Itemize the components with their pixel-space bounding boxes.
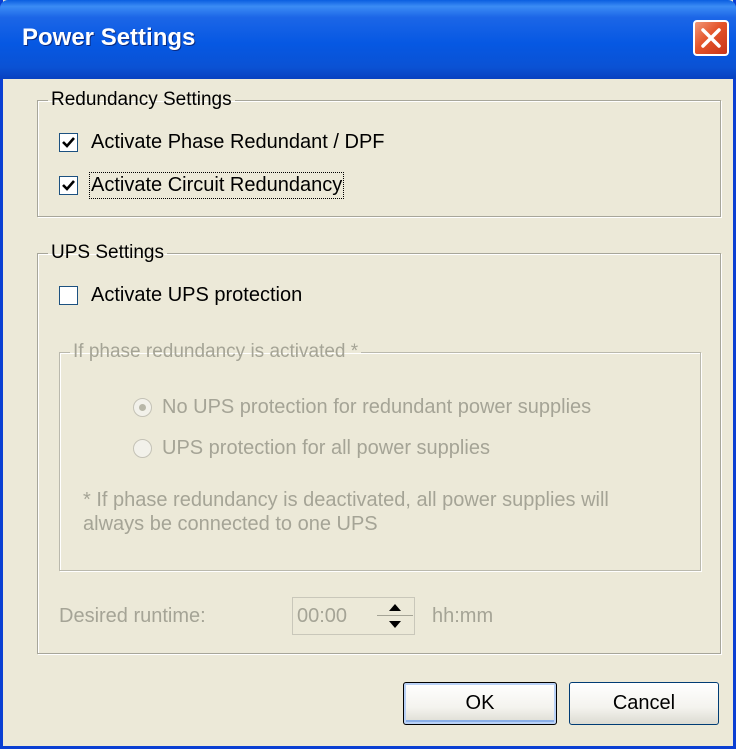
phase-redundancy-legend: If phase redundancy is activated * bbox=[73, 341, 359, 362]
spin-up-button[interactable] bbox=[377, 599, 413, 616]
radio-no-ups-redundant-label: No UPS protection for redundant power su… bbox=[162, 396, 592, 418]
radio-button-selected[interactable] bbox=[133, 398, 152, 417]
dialog-title: Power Settings bbox=[22, 24, 196, 51]
phase-redundant-checkbox-row[interactable]: Activate Phase Redundant / DPF bbox=[59, 131, 385, 154]
runtime-input[interactable] bbox=[297, 605, 367, 628]
power-settings-dialog: Power Settings Redundancy Settings Activ… bbox=[0, 0, 736, 749]
arrow-up-icon bbox=[389, 604, 401, 611]
spin-down-button[interactable] bbox=[377, 616, 413, 633]
redundancy-settings-legend: Redundancy Settings bbox=[51, 89, 232, 110]
close-icon bbox=[701, 28, 721, 48]
radio-button[interactable] bbox=[133, 439, 152, 458]
phase-redundancy-note: * If phase redundancy is deactivated, al… bbox=[83, 489, 609, 535]
phase-redundant-checkbox[interactable] bbox=[59, 133, 78, 152]
runtime-spin-buttons[interactable] bbox=[377, 599, 413, 633]
ups-settings-legend: UPS Settings bbox=[51, 242, 164, 263]
arrow-down-icon bbox=[389, 621, 401, 628]
checkmark-icon bbox=[62, 137, 75, 148]
circuit-redundancy-label: Activate Circuit Redundancy bbox=[88, 172, 345, 199]
radio-no-ups-redundant[interactable]: No UPS protection for redundant power su… bbox=[133, 396, 591, 419]
activate-ups-label: Activate UPS protection bbox=[91, 284, 303, 306]
radio-ups-all-label: UPS protection for all power supplies bbox=[162, 437, 490, 459]
activate-ups-checkbox[interactable] bbox=[59, 286, 78, 305]
close-button[interactable] bbox=[693, 20, 729, 56]
desired-runtime-label: Desired runtime: bbox=[59, 605, 206, 627]
radio-ups-all[interactable]: UPS protection for all power supplies bbox=[133, 437, 490, 460]
cancel-button[interactable]: Cancel bbox=[569, 682, 719, 725]
checkmark-icon bbox=[62, 180, 75, 191]
runtime-stepper[interactable] bbox=[292, 597, 415, 635]
ok-button[interactable]: OK bbox=[403, 682, 557, 725]
runtime-unit-label: hh:mm bbox=[432, 605, 494, 627]
circuit-redundancy-checkbox[interactable] bbox=[59, 176, 78, 195]
phase-redundant-label: Activate Phase Redundant / DPF bbox=[91, 131, 385, 153]
circuit-redundancy-checkbox-row[interactable]: Activate Circuit Redundancy bbox=[59, 172, 345, 199]
title-bar[interactable]: Power Settings bbox=[0, 0, 736, 79]
activate-ups-checkbox-row[interactable]: Activate UPS protection bbox=[59, 284, 302, 307]
